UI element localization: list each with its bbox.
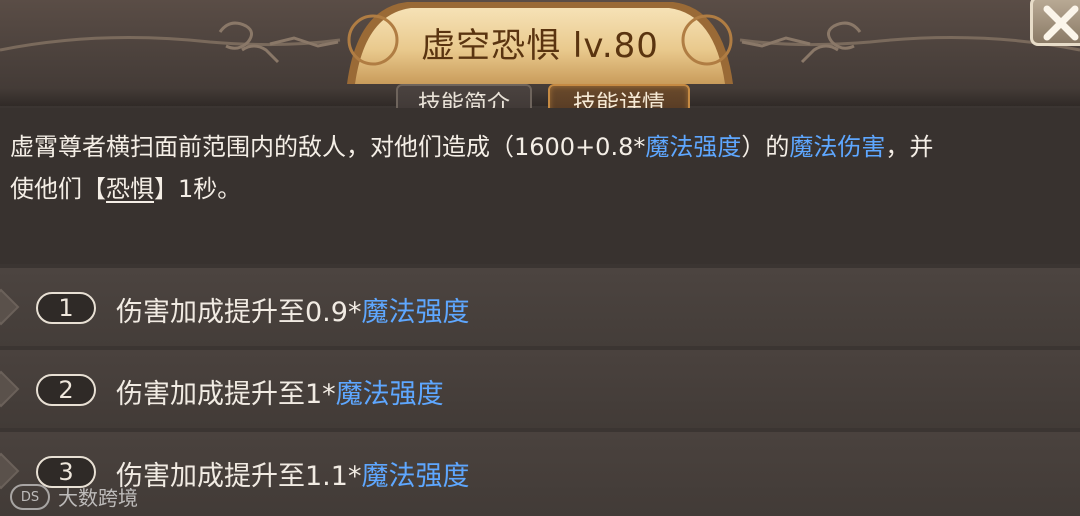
upgrade-number-badge: 1 bbox=[36, 292, 96, 324]
upgrade-text: 伤害加成提升至1.1*魔法强度 bbox=[116, 454, 469, 493]
skill-description: 虚霄尊者横扫面前范围内的敌人，对他们造成（1600+0.8*魔法强度）的魔法伤害… bbox=[10, 126, 1080, 210]
watermark-logo-icon: DS bbox=[10, 483, 50, 510]
desc-text: 虚霄尊者横扫面前范围内的敌人，对他们造成（1600+0.8* bbox=[10, 133, 646, 161]
desc-text: ，并 bbox=[885, 133, 934, 161]
upgrade-row: 2 伤害加成提升至1*魔法强度 bbox=[0, 350, 1080, 428]
close-icon bbox=[1043, 5, 1079, 41]
upgrade-number-badge: 2 bbox=[36, 374, 96, 406]
desc-text: 使他们【 bbox=[10, 175, 106, 203]
watermark-text: 大数跨境 bbox=[58, 486, 138, 510]
keyword-magic-power[interactable]: 魔法强度 bbox=[361, 297, 469, 328]
upgrade-desc: 伤害加成提升至1* bbox=[116, 379, 336, 410]
close-button[interactable] bbox=[1030, 0, 1080, 46]
upgrade-text: 伤害加成提升至0.9*魔法强度 bbox=[116, 290, 469, 329]
right-ornament bbox=[739, 21, 1080, 64]
watermark: DS 大数跨境 bbox=[10, 482, 138, 511]
desc-text: ）的 bbox=[741, 133, 790, 161]
skill-title: 虚空恐惧 lv.80 bbox=[421, 26, 659, 66]
desc-text: 】1秒。 bbox=[154, 175, 242, 203]
upgrade-row: 3 伤害加成提升至1.1*魔法强度 bbox=[0, 432, 1080, 516]
keyword-magic-damage[interactable]: 魔法伤害 bbox=[789, 133, 885, 161]
upgrade-desc: 伤害加成提升至1.1* bbox=[116, 461, 362, 492]
upgrade-row: 1 伤害加成提升至0.9*魔法强度 bbox=[0, 268, 1080, 346]
keyword-magic-power[interactable]: 魔法强度 bbox=[336, 379, 444, 410]
header-shadow bbox=[0, 88, 1080, 106]
upgrade-desc: 伤害加成提升至0.9* bbox=[116, 297, 362, 328]
keyword-magic-power[interactable]: 魔法强度 bbox=[361, 461, 469, 492]
diamond-icon bbox=[0, 370, 20, 408]
keyword-magic-power[interactable]: 魔法强度 bbox=[645, 133, 741, 161]
keyword-fear[interactable]: 恐惧 bbox=[106, 175, 154, 203]
left-ornament bbox=[0, 21, 341, 64]
description-line-1: 虚霄尊者横扫面前范围内的敌人，对他们造成（1600+0.8*魔法强度）的魔法伤害… bbox=[10, 126, 1080, 168]
description-line-2: 使他们【恐惧】1秒。 bbox=[10, 168, 1080, 210]
upgrade-text: 伤害加成提升至1*魔法强度 bbox=[116, 372, 444, 411]
diamond-icon bbox=[0, 288, 20, 326]
